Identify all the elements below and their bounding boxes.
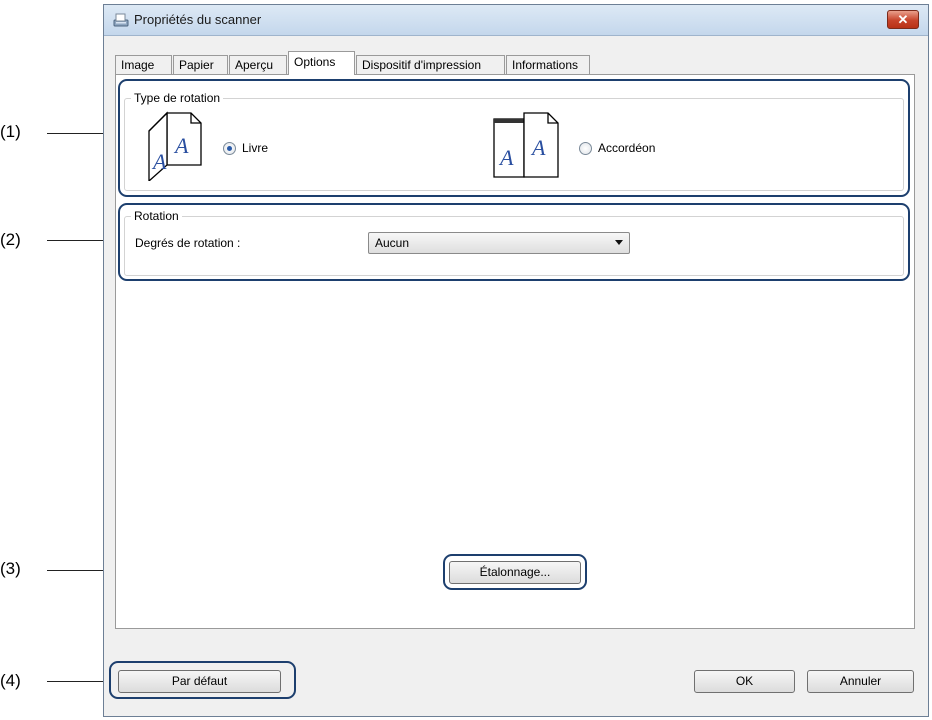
callout-4-line [47, 681, 109, 682]
tab-papier[interactable]: Papier [173, 55, 228, 74]
tab-image[interactable]: Image [115, 55, 172, 74]
rotation-degrees-value: Aucun [375, 236, 410, 250]
chevron-down-icon [615, 240, 623, 245]
book-page-letter-left: A [151, 149, 167, 174]
rotation-type-title: Type de rotation [131, 91, 224, 105]
tab-informations[interactable]: Informations [506, 55, 590, 74]
radio-accordeon[interactable] [579, 142, 592, 155]
close-button[interactable]: ✕ [887, 10, 919, 29]
title-bar[interactable]: Propriétés du scanner ✕ [104, 5, 928, 36]
label-accordeon[interactable]: Accordéon [598, 141, 655, 155]
window-title: Propriétés du scanner [134, 12, 262, 27]
close-icon: ✕ [897, 12, 909, 27]
fanfold-page-letter-right: A [530, 135, 546, 160]
rotation-type-group: Type de rotation A A Livre A A Accordéon [124, 91, 904, 191]
callout-1-line [47, 133, 107, 134]
rotation-degrees-label: Degrés de rotation : [135, 236, 241, 250]
callout-3: (3) [0, 559, 21, 578]
options-panel: Type de rotation A A Livre A A Accordéon… [115, 74, 915, 629]
label-livre[interactable]: Livre [242, 141, 268, 155]
rotation-group: Rotation Degrés de rotation : Aucun [124, 209, 904, 276]
default-button[interactable]: Par défaut [118, 670, 281, 693]
radio-livre[interactable] [223, 142, 236, 155]
rotation-degrees-select[interactable]: Aucun [368, 232, 630, 254]
fanfold-pages-icon: A A [488, 109, 568, 181]
fanfold-page-letter-left: A [498, 145, 514, 170]
rotation-title: Rotation [131, 209, 182, 223]
book-page-letter-right: A [173, 133, 189, 158]
callout-2: (2) [0, 230, 21, 249]
scanner-properties-dialog: Propriétés du scanner ✕ Image Papier Ape… [103, 4, 929, 717]
cancel-button[interactable]: Annuler [807, 670, 914, 693]
callout-1: (1) [0, 122, 21, 141]
tab-options[interactable]: Options [288, 51, 355, 75]
ok-button[interactable]: OK [694, 670, 795, 693]
calibration-button[interactable]: Étalonnage... [449, 561, 581, 584]
tab-apercu[interactable]: Aperçu [229, 55, 287, 74]
book-pages-icon: A A [143, 109, 211, 183]
scanner-icon [113, 12, 129, 28]
callout-4: (4) [0, 671, 21, 690]
tab-dispositif-impression[interactable]: Dispositif d'impression [356, 55, 505, 74]
